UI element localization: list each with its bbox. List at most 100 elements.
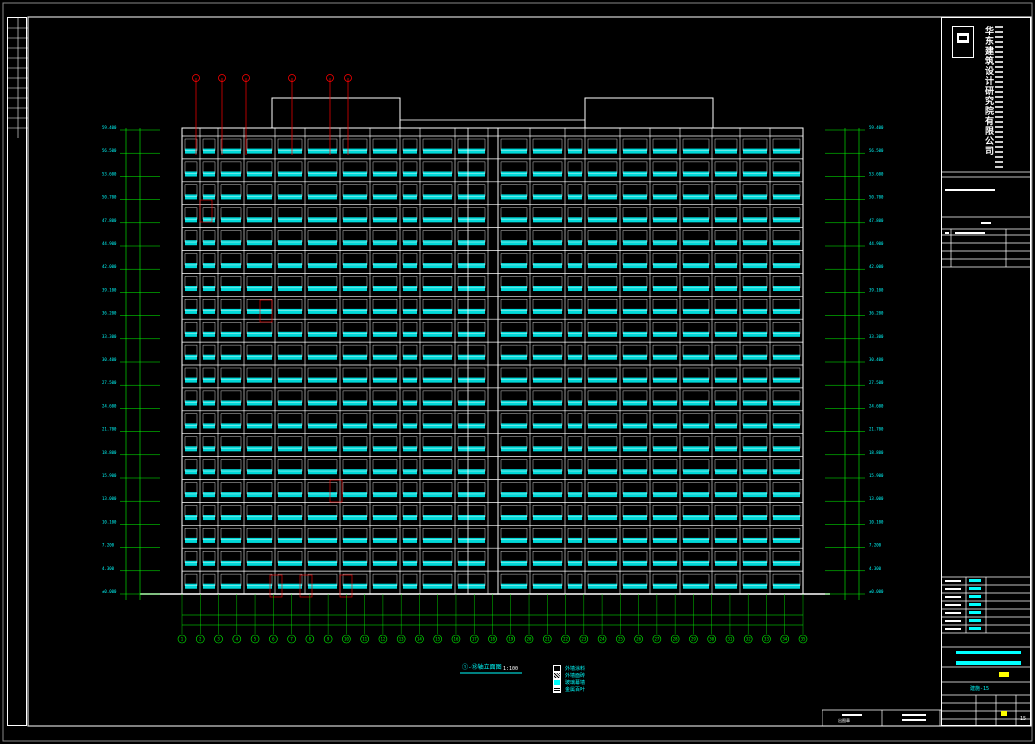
window-pane: [501, 217, 527, 223]
window-pane: [773, 377, 800, 383]
window-pane: [773, 446, 800, 452]
window-pane: [773, 537, 800, 543]
level-mark: 39.100: [869, 287, 884, 292]
window-pane: [308, 492, 337, 498]
window-pane: [533, 514, 562, 521]
window-pane: [278, 537, 302, 543]
window-pane: [773, 263, 800, 269]
window-pane: [623, 308, 647, 314]
window-pane: [588, 194, 617, 200]
window-pane: [203, 560, 215, 566]
window-pane: [715, 469, 737, 475]
window-pane: [653, 469, 677, 475]
window-pane: [533, 308, 562, 314]
window-pane: [221, 400, 241, 406]
window-pane: [373, 492, 397, 498]
window-pane: [623, 240, 647, 246]
axis-label: 18: [490, 637, 495, 642]
window-pane: [715, 377, 737, 383]
window-pane: [683, 263, 709, 269]
window-pane: [653, 331, 677, 337]
window-pane: [403, 331, 417, 337]
level-mark: 33.300: [869, 334, 884, 339]
axis-label: 21: [545, 637, 550, 642]
window-pane: [568, 217, 582, 223]
window-pane: [423, 446, 452, 452]
window-pane: [653, 423, 677, 429]
window-pane: [343, 583, 367, 589]
window-pane: [588, 354, 617, 360]
window-pane: [247, 469, 272, 475]
window-pane: [403, 377, 417, 383]
window-pane: [221, 583, 241, 589]
window-pane: [458, 560, 485, 566]
window-pane: [185, 423, 197, 429]
axis-label: 1: [181, 637, 184, 642]
window-pane: [278, 217, 302, 223]
axis-label: 34: [782, 637, 787, 642]
window-pane: [423, 148, 452, 154]
window-pane: [203, 263, 215, 269]
cad-drawing-canvas[interactable]: 59.400 56.500 53.600 50.700 47.800 44.900 42.0…: [0, 0, 1035, 744]
window-pane: [373, 469, 397, 475]
window-pane: [683, 560, 709, 566]
level-mark: 27.500: [102, 380, 117, 385]
window-pane: [715, 308, 737, 314]
window-pane: [568, 263, 582, 269]
window-pane: [588, 263, 617, 269]
window-pane: [773, 171, 800, 177]
window-pane: [568, 469, 582, 475]
level-mark: 53.600: [869, 171, 884, 176]
window-pane: [185, 560, 197, 566]
level-mark: 7.200: [102, 543, 115, 548]
axis-label: 27: [654, 637, 659, 642]
window-pane: [278, 354, 302, 360]
window-pane: [683, 446, 709, 452]
window-pane: [458, 537, 485, 543]
window-pane: [423, 377, 452, 383]
window-pane: [501, 171, 527, 177]
window-pane: [568, 514, 582, 521]
window-pane: [423, 400, 452, 406]
window-pane: [588, 446, 617, 452]
window-pane: [278, 514, 302, 521]
window-pane: [373, 514, 397, 521]
axis-label: 20: [527, 637, 532, 642]
window-pane: [458, 285, 485, 292]
window-pane: [743, 354, 767, 360]
window-pane: [221, 423, 241, 429]
window-pane: [683, 285, 709, 292]
level-mark: 39.100: [102, 287, 117, 292]
window-pane: [588, 469, 617, 475]
window-pane: [743, 492, 767, 498]
window-pane: [588, 285, 617, 292]
window-pane: [683, 171, 709, 177]
window-pane: [743, 308, 767, 314]
window-pane: [533, 492, 562, 498]
window-pane: [373, 217, 397, 223]
window-pane: [623, 469, 647, 475]
window-pane: [568, 354, 582, 360]
level-mark: 33.300: [102, 334, 117, 339]
axis-label: 28: [673, 637, 678, 642]
window-pane: [568, 148, 582, 154]
window-pane: [458, 354, 485, 360]
level-mark: 18.800: [102, 450, 117, 455]
window-pane: [743, 400, 767, 406]
window-pane: [185, 171, 197, 177]
window-pane: [715, 583, 737, 589]
window-pane: [715, 354, 737, 360]
window-pane: [247, 217, 272, 223]
window-pane: [533, 560, 562, 566]
window-pane: [773, 194, 800, 200]
window-pane: [247, 308, 272, 314]
window-pane: [373, 377, 397, 383]
window-pane: [568, 423, 582, 429]
window-pane: [403, 560, 417, 566]
window-pane: [423, 354, 452, 360]
window-pane: [278, 148, 302, 154]
level-mark: 21.700: [102, 427, 117, 432]
axis-label: 10: [344, 637, 349, 642]
window-pane: [568, 560, 582, 566]
window-pane: [403, 171, 417, 177]
